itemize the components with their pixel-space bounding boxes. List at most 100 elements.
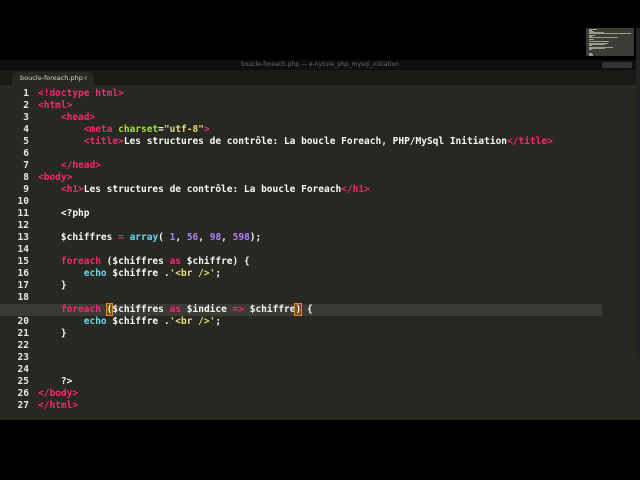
code-line[interactable]: [38, 364, 578, 376]
code-token: }: [38, 328, 67, 339]
code-token: $chiffre .: [106, 316, 170, 327]
code-line[interactable]: </body>: [38, 388, 578, 400]
code-token: <h1>: [60, 184, 84, 195]
code-token: );: [249, 232, 262, 243]
code-line[interactable]: <h1>Les structures de contrôle: La boucl…: [38, 184, 578, 196]
code-token: 598: [232, 232, 250, 243]
line-number: 7: [23, 160, 29, 171]
window-controls[interactable]: [602, 62, 632, 68]
code-line[interactable]: <meta charset="utf-8">: [38, 124, 578, 136]
scrollbar[interactable]: [636, 28, 640, 358]
code-line[interactable]: <title>Les structures de contrôle: La bo…: [38, 136, 578, 148]
line-number: 10: [17, 196, 29, 207]
code-token: ?>: [60, 376, 73, 387]
code-line[interactable]: <?php: [38, 208, 578, 220]
code-line[interactable]: }: [38, 280, 578, 292]
code-token: <head>: [60, 112, 96, 123]
code-token: </head>: [60, 160, 101, 171]
code-line[interactable]: <body>: [38, 172, 578, 184]
code-line[interactable]: [38, 292, 578, 304]
line-number: 2: [23, 100, 29, 111]
line-number: 9: [23, 184, 29, 195]
code-token: ,: [198, 232, 210, 243]
tab-close-icon[interactable]: ×: [83, 72, 88, 85]
code-token: 98: [209, 232, 222, 243]
minimap-line: [589, 45, 592, 46]
line-number: 5: [23, 136, 29, 147]
code-token: </html>: [38, 400, 79, 411]
code-line[interactable]: }: [38, 328, 578, 340]
code-line[interactable]: [38, 148, 578, 160]
tab-boucle-foreach[interactable]: boucle-foreach.php ×: [12, 72, 94, 85]
code-token: <!doctype html>: [38, 88, 124, 99]
code-line[interactable]: [38, 220, 578, 232]
code-line[interactable]: [38, 340, 578, 352]
minimap[interactable]: [586, 28, 634, 56]
line-number: 3: [23, 112, 29, 123]
code-line[interactable]: echo $chiffre .'<br />';: [38, 316, 578, 328]
code-editor[interactable]: 1234567891011121314151617181920212223242…: [0, 88, 640, 420]
code-token: 56: [186, 232, 199, 243]
code-token: ($chiffres: [100, 256, 170, 267]
line-number: 22: [17, 340, 29, 351]
code-token: <title>: [83, 136, 124, 147]
code-line[interactable]: foreach ($chiffres as $chiffre) {: [38, 256, 578, 268]
code-line[interactable]: <!doctype html>: [38, 88, 578, 100]
line-number: 23: [17, 352, 29, 363]
line-number: 16: [17, 268, 29, 279]
minimap-line: [589, 33, 631, 34]
code-line[interactable]: [38, 352, 578, 364]
code-token: Les structures de contrôle: La boucle Fo…: [83, 184, 342, 195]
code-token: '<br />': [169, 316, 216, 327]
code-token: ,: [221, 232, 233, 243]
line-number: 12: [17, 220, 29, 231]
code-line[interactable]: </html>: [38, 400, 578, 412]
line-number: 27: [17, 400, 29, 411]
line-number: 4: [23, 124, 29, 135]
line-number: 26: [17, 388, 29, 399]
minimap-line: [589, 37, 618, 38]
code-line[interactable]: echo $chiffre .'<br />';: [38, 268, 578, 280]
code-token: as: [169, 304, 182, 315]
code-token: $chiffre .: [106, 268, 170, 279]
code-line[interactable]: [38, 196, 578, 208]
window-title: boucle-foreach.php — e-nyture_php_mysql_…: [241, 61, 399, 68]
code-line[interactable]: $chiffres = array( 1, 56, 98, 598);: [38, 232, 578, 244]
line-number: 13: [17, 232, 29, 243]
editor-window: boucle-foreach.php — e-nyture_php_mysql_…: [0, 60, 640, 420]
code-line[interactable]: [38, 244, 578, 256]
code-token: charset: [118, 124, 159, 135]
code-token: </title>: [507, 136, 553, 147]
code-token: as: [169, 256, 182, 267]
line-number: 15: [17, 256, 29, 267]
code-token: $chiffres: [60, 232, 119, 243]
code-line[interactable]: foreach ($chiffres as $indice => $chiffr…: [0, 303, 602, 316]
minimap-line: [589, 49, 592, 50]
code-token: $chiffre: [244, 304, 296, 315]
code-token: ,: [175, 232, 187, 243]
minimap-line: [589, 41, 609, 42]
line-number: 24: [17, 364, 29, 375]
code-token: echo: [83, 316, 107, 327]
code-area[interactable]: <!doctype html> <html> <head> <meta chars…: [0, 88, 602, 412]
line-number: 8: [23, 172, 29, 183]
code-line[interactable]: </head>: [38, 160, 578, 172]
code-token: </h1>: [341, 184, 370, 195]
code-token: $chiffre) {: [181, 256, 250, 267]
code-line[interactable]: <head>: [38, 112, 578, 124]
tab-bar: boucle-foreach.php ×: [0, 70, 640, 85]
code-token: "utf-8": [163, 124, 204, 135]
code-line[interactable]: <html>: [38, 100, 578, 112]
code-token: echo: [83, 268, 107, 279]
code-line[interactable]: ?>: [38, 376, 578, 388]
tab-label: boucle-foreach.php: [20, 74, 83, 82]
line-number: 1: [23, 88, 29, 99]
